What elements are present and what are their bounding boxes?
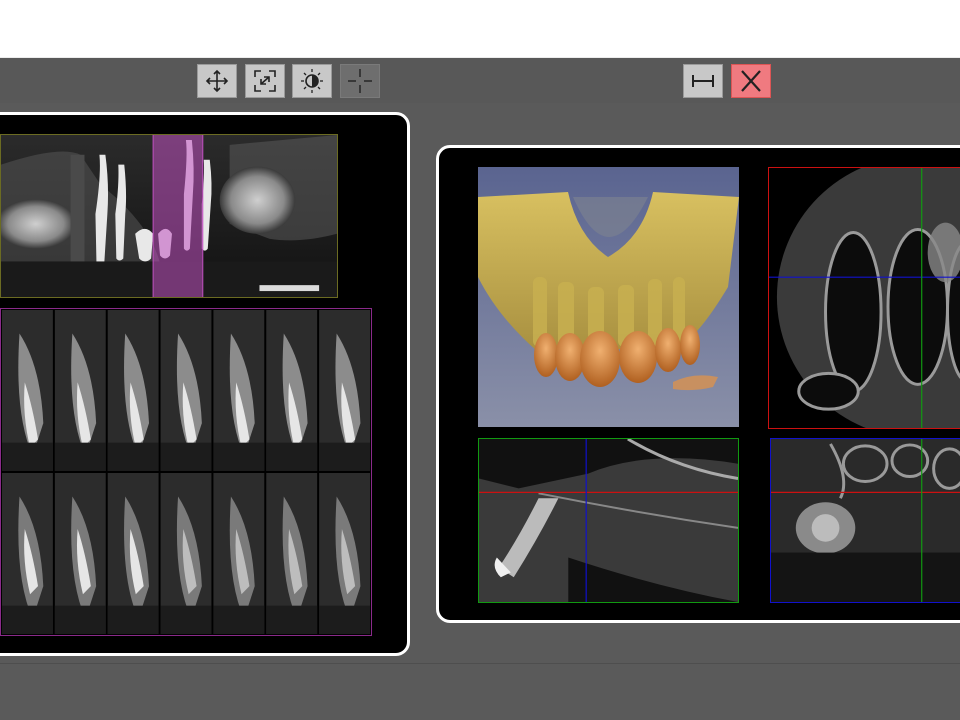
fit-button[interactable] — [245, 64, 285, 98]
toolbar — [0, 58, 960, 103]
cross-section-tile[interactable] — [160, 472, 212, 635]
title-area — [0, 0, 960, 58]
cross-sections-image — [1, 309, 371, 635]
crosshair-button[interactable] — [340, 64, 380, 98]
crosshair-icon — [348, 69, 372, 93]
sagittal-image — [479, 439, 738, 602]
volume-render-image — [478, 167, 739, 427]
cross-section-tile[interactable] — [107, 309, 159, 472]
coronal-image — [771, 439, 960, 602]
cross-section-tile[interactable] — [54, 309, 106, 472]
panoramic-view[interactable] — [0, 134, 338, 298]
axial-image — [769, 168, 960, 428]
cross-section-tile[interactable] — [1, 309, 53, 472]
cross-section-tile[interactable] — [319, 472, 371, 635]
volume-3d-view[interactable] — [478, 167, 739, 427]
slice-highlight[interactable] — [153, 135, 203, 297]
fit-screen-icon — [254, 70, 276, 92]
cross-section-tile[interactable] — [213, 309, 265, 472]
measure-ruler-icon — [692, 75, 714, 87]
coronal-view[interactable] — [770, 438, 960, 603]
contrast-button[interactable] — [292, 64, 332, 98]
cross-section-tile[interactable] — [54, 472, 106, 635]
cross-section-tile[interactable] — [266, 309, 318, 472]
cross-section-tile[interactable] — [1, 472, 53, 635]
cross-section-tile[interactable] — [266, 472, 318, 635]
panoramic-panel[interactable] — [0, 112, 410, 656]
cross-section-tile[interactable] — [160, 309, 212, 472]
pan-button[interactable] — [197, 64, 237, 98]
cross-section-tile[interactable] — [213, 472, 265, 635]
cross-section-tile[interactable] — [107, 472, 159, 635]
panoramic-image — [1, 135, 337, 297]
sagittal-view[interactable] — [478, 438, 739, 603]
brightness-contrast-icon — [301, 69, 323, 93]
axial-view[interactable] — [768, 167, 960, 429]
cross-section-tile[interactable] — [319, 309, 371, 472]
mpr-panel[interactable] — [436, 145, 960, 623]
measure-button[interactable] — [683, 64, 723, 98]
close-button[interactable] — [731, 64, 771, 98]
cross-sections-grid[interactable] — [0, 308, 372, 636]
status-bar — [0, 663, 960, 720]
close-icon — [741, 70, 761, 92]
pan-arrows-icon — [205, 69, 229, 93]
